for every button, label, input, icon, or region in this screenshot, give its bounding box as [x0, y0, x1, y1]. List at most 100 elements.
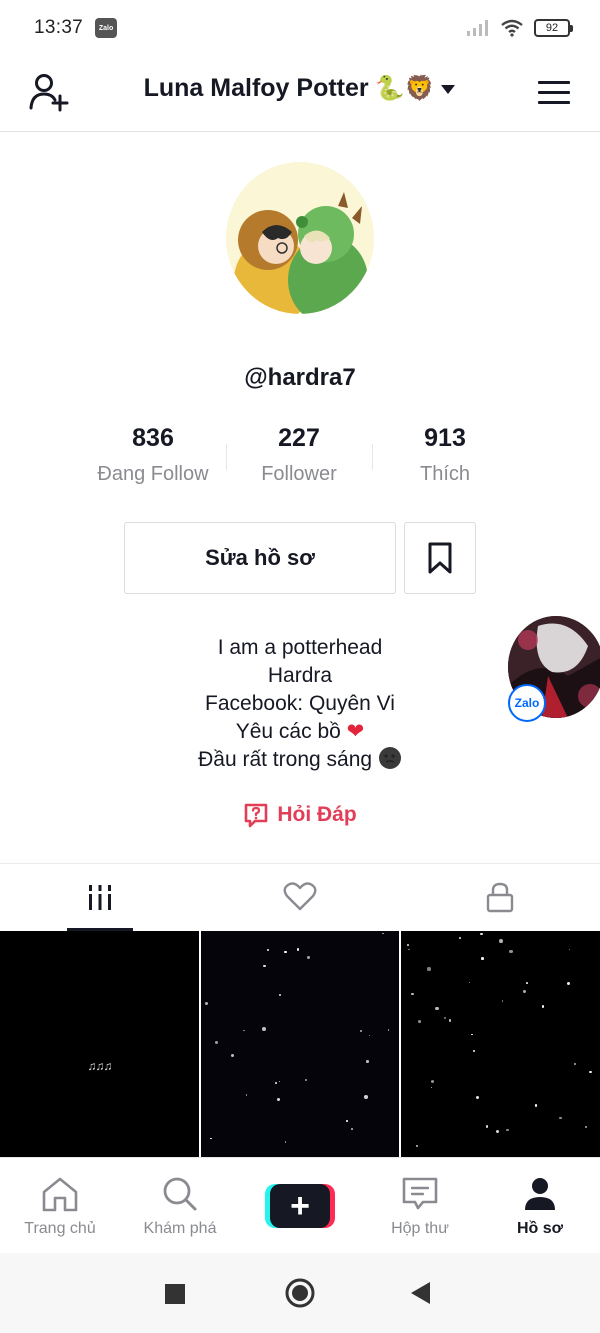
star-dot: [406, 944, 409, 947]
tab-videos[interactable]: [0, 864, 200, 931]
stat-likes[interactable]: 913 Thích: [372, 424, 518, 486]
star-dot: [408, 948, 410, 951]
star-dot: [262, 1027, 267, 1032]
star-dot: [284, 950, 288, 954]
stat-following[interactable]: 836 Đang Follow: [80, 424, 226, 486]
star-dot: [427, 967, 431, 971]
wifi-icon: [501, 19, 523, 37]
qa-link[interactable]: Hỏi Đáp: [0, 802, 600, 828]
home-icon: [42, 1177, 78, 1212]
star-dot: [475, 1096, 479, 1100]
heart-icon: [283, 882, 317, 911]
dark-moon-emoji-icon: [378, 747, 401, 769]
star-dot: [480, 932, 483, 936]
star-dot: [387, 1029, 390, 1031]
home-button[interactable]: [284, 1277, 316, 1309]
video-thumbnail[interactable]: [401, 931, 600, 1157]
bookmark-icon: [428, 542, 452, 574]
star-dot: [368, 1034, 371, 1037]
star-dot: [566, 981, 570, 985]
star-dot: [443, 1016, 446, 1019]
create-button[interactable]: +: [265, 1184, 335, 1228]
qa-label: Hỏi Đáp: [277, 803, 357, 826]
star-dot: [559, 1116, 562, 1120]
avatar[interactable]: [226, 162, 374, 314]
nav-label: Trang chủ: [24, 1220, 96, 1237]
stat-label: Follower: [261, 463, 337, 485]
video-grid: ♫♫♫: [0, 931, 600, 1157]
star-dot: [589, 1070, 593, 1074]
nav-discover[interactable]: Khám phá: [120, 1158, 240, 1253]
battery-icon: 92: [534, 19, 573, 37]
status-indicators: 92: [466, 19, 573, 37]
star-dot: [509, 949, 513, 954]
star-dot: [411, 992, 414, 995]
avatar-illustration: [226, 162, 374, 314]
star-dot: [468, 981, 471, 983]
stat-followers[interactable]: 227 Follower: [226, 424, 372, 486]
star-dot: [522, 989, 526, 994]
star-dot: [230, 1054, 234, 1058]
account-switcher[interactable]: Luna Malfoy Potter 🐍🦁: [0, 74, 600, 103]
bio-line: Yêu các bồ: [235, 720, 341, 743]
star-dot: [473, 1049, 476, 1053]
nav-create[interactable]: +: [240, 1158, 360, 1253]
signal-icon: [467, 20, 488, 36]
square-icon: [165, 1284, 185, 1304]
star-dot: [430, 1079, 434, 1083]
star-dot: [205, 1002, 208, 1005]
bottom-nav: Trang chủ Khám phá + Hộp thư Hồ sơ: [0, 1157, 600, 1253]
profile-stats: 836 Đang Follow 227 Follower 913 Thích: [80, 424, 520, 486]
star-dot: [263, 964, 267, 968]
star-dot: [275, 1081, 278, 1084]
star-dot: [296, 948, 300, 951]
star-dot: [568, 949, 570, 951]
tab-private[interactable]: [400, 864, 600, 930]
recents-button[interactable]: [164, 1283, 186, 1305]
edit-profile-button[interactable]: Sửa hồ sơ: [124, 522, 396, 594]
star-dot: [506, 1129, 509, 1132]
back-triangle-icon: [411, 1282, 430, 1304]
star-dot: [496, 1130, 500, 1134]
stat-label: Thích: [419, 463, 471, 485]
back-button[interactable]: [410, 1281, 432, 1305]
tab-liked[interactable]: [200, 864, 400, 930]
star-dot: [541, 1005, 545, 1008]
star-dot: [359, 1030, 363, 1033]
nav-home[interactable]: Trang chủ: [0, 1158, 120, 1253]
menu-button[interactable]: [538, 72, 578, 112]
stat-count: 836: [132, 424, 174, 452]
nav-label: Hồ sơ: [516, 1220, 564, 1237]
question-bubble-icon: [245, 803, 268, 828]
status-time: 13:37: [34, 17, 84, 38]
system-nav-bar: [0, 1253, 600, 1333]
nav-inbox[interactable]: Hộp thư: [360, 1158, 480, 1253]
star-dot: [277, 1097, 280, 1101]
star-dot: [278, 993, 282, 997]
star-dot: [485, 1125, 489, 1128]
video-thumbnail[interactable]: [200, 931, 400, 1157]
star-dot: [307, 956, 310, 959]
star-dot: [573, 1062, 576, 1065]
zalo-notification-icon: Zalo: [95, 18, 118, 38]
video-thumbnail[interactable]: ♫♫♫: [0, 931, 199, 1157]
star-dot: [279, 1080, 281, 1082]
nav-profile[interactable]: Hồ sơ: [480, 1158, 600, 1253]
battery-level: 92: [545, 22, 559, 34]
grid-icon: [89, 885, 111, 910]
star-dot: [346, 1119, 349, 1122]
star-dot: [243, 1030, 245, 1032]
bio-line: Đầu rất trong sáng: [198, 748, 373, 771]
star-dot: [267, 948, 270, 951]
star-dot: [481, 957, 485, 961]
content-tabs: [0, 863, 600, 931]
star-dot: [471, 1033, 473, 1035]
nav-label: Hộp thư: [391, 1220, 449, 1237]
status-bar: 13:37 Zalo 92: [0, 0, 600, 56]
inbox-icon: [402, 1177, 438, 1210]
heart-emoji: ❤: [346, 720, 365, 743]
star-dot: [364, 1095, 368, 1100]
star-dot: [366, 1060, 369, 1063]
star-dot: [417, 1019, 421, 1023]
bookmark-button[interactable]: [404, 522, 476, 594]
